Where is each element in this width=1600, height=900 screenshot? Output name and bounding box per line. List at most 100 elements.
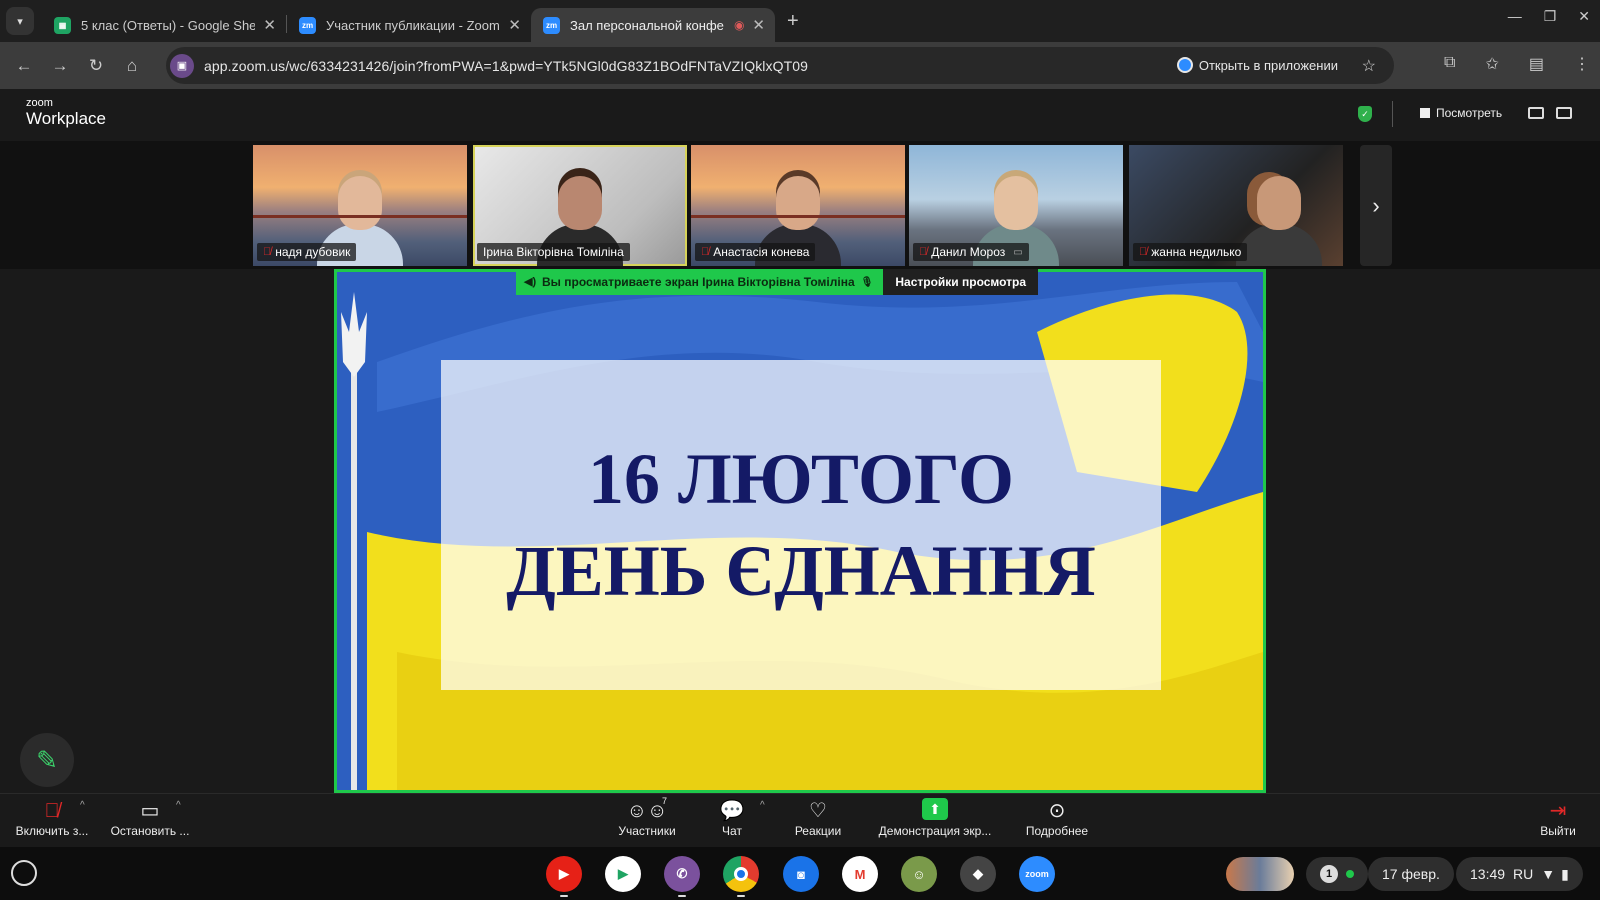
- participant-name: жанна недилько: [1151, 245, 1242, 259]
- speaker-icon: ◀): [524, 276, 537, 288]
- participant-tile[interactable]: 🎙̸ надя дубовик: [253, 145, 467, 266]
- share-screen-icon: ⬆: [922, 798, 948, 820]
- picture-in-picture-icon[interactable]: [1528, 107, 1544, 119]
- minimize-icon[interactable]: —: [1508, 8, 1522, 25]
- address-bar[interactable]: ▣ app.zoom.us/wc/6334231426/join?fromPWA…: [166, 47, 1394, 84]
- os-shelf: ▶ ▶ ✆ ◙ M ☺ ◆ zoom 1 17 февр. 13:49 RU ▼…: [0, 847, 1600, 900]
- restore-icon[interactable]: ❐: [1544, 8, 1557, 25]
- new-tab-button[interactable]: +: [787, 10, 799, 33]
- bookmarks-icon[interactable]: ✩: [1485, 54, 1498, 74]
- participant-name: Анастасія конева: [713, 245, 810, 259]
- browser-tab-strip: ▾ ▦ 5 клас (Ответы) - Google Sheet ✕ zm …: [0, 0, 1600, 42]
- viber-icon[interactable]: ✆: [664, 856, 700, 892]
- mic-muted-icon: 🎙̸: [701, 246, 710, 258]
- close-icon[interactable]: ✕: [508, 16, 521, 34]
- game-icon[interactable]: ☺: [901, 856, 937, 892]
- forward-icon[interactable]: →: [42, 56, 78, 76]
- participant-name-tag: Ірина Вікторівна Томіліна: [477, 243, 630, 261]
- youtube-icon[interactable]: ▶: [546, 856, 582, 892]
- participant-tile[interactable]: 🎙̸ жанна недилько: [1129, 145, 1343, 266]
- header-divider: [1392, 101, 1393, 127]
- system-tray[interactable]: 13:49 RU ▼ ▮: [1456, 857, 1583, 891]
- site-info-icon[interactable]: ▣: [170, 53, 194, 78]
- notification-tray[interactable]: 1: [1306, 857, 1368, 891]
- play-store-icon[interactable]: ▶: [605, 856, 641, 892]
- view-button[interactable]: Посмотреть: [1420, 106, 1502, 120]
- encryption-shield-icon[interactable]: ✓: [1358, 106, 1372, 122]
- tab-search-button[interactable]: ▾: [6, 7, 34, 35]
- zoom-icon: zm: [543, 16, 560, 34]
- participant-tile[interactable]: 🎙̸ Данил Мороз ▭: [909, 145, 1123, 266]
- home-icon[interactable]: ⌂: [114, 56, 150, 76]
- participant-name: надя дубовик: [275, 245, 351, 259]
- toolbar-actions: ⧉ ✩ ▤ ⋮: [1444, 54, 1590, 74]
- side-panel-icon[interactable]: ▤: [1529, 54, 1544, 74]
- zoom-app-badge-icon: [1176, 57, 1193, 73]
- reactions-button[interactable]: ♡ Реакции: [788, 798, 848, 838]
- tab-title: 5 клас (Ответы) - Google Sheet: [81, 17, 256, 33]
- tab-zoom-meeting[interactable]: zm Зал персональной конфе ◉ ✕: [531, 8, 775, 42]
- tab-sheets[interactable]: ▦ 5 клас (Ответы) - Google Sheet ✕: [42, 8, 286, 42]
- bookmark-star-icon[interactable]: ☆: [1362, 56, 1376, 76]
- url-text[interactable]: app.zoom.us/wc/6334231426/join?fromPWA=1…: [204, 58, 808, 74]
- participant-name-tag: 🎙̸ надя дубовик: [257, 243, 357, 261]
- next-participants-button[interactable]: ›: [1360, 145, 1392, 266]
- close-icon[interactable]: ✕: [752, 16, 765, 34]
- camera-icon[interactable]: ◙: [783, 856, 819, 892]
- slide-line-2: ДЕНЬ ЄДНАННЯ: [506, 531, 1096, 611]
- wifi-icon: ▼: [1541, 866, 1556, 882]
- tab-title: Зал персональной конфе: [570, 17, 724, 33]
- heart-icon: ♡: [809, 800, 827, 822]
- running-indicator: [737, 895, 745, 897]
- browser-toolbar: ← → ↻ ⌂ ▣ app.zoom.us/wc/6334231426/join…: [0, 42, 1600, 89]
- menu-icon[interactable]: ⋮: [1574, 54, 1590, 74]
- reload-icon[interactable]: ↻: [78, 56, 114, 76]
- participants-label: Участники: [618, 824, 676, 838]
- close-window-icon[interactable]: ✕: [1578, 8, 1590, 25]
- running-indicator: [560, 895, 568, 897]
- mic-muted-icon: 🎙̸: [919, 246, 928, 258]
- battery-icon: ▮: [1561, 865, 1569, 882]
- viewing-screen-label: ◀) Вы просматриваете экран Ірина Вікторі…: [516, 269, 884, 295]
- input-language: RU: [1513, 866, 1534, 882]
- participant-tile-active-speaker[interactable]: Ірина Вікторівна Томіліна: [473, 145, 687, 266]
- zoom-app-icon[interactable]: zoom: [1019, 856, 1055, 892]
- video-options-caret[interactable]: ^: [176, 800, 181, 811]
- chrome-icon[interactable]: [723, 856, 759, 892]
- time-label: 13:49: [1470, 866, 1506, 882]
- view-button-label: Посмотреть: [1436, 106, 1503, 120]
- leave-button[interactable]: ⇥ Выйти: [1536, 798, 1580, 838]
- participant-tile[interactable]: 🎙̸ Анастасія конева: [691, 145, 905, 266]
- participants-button[interactable]: ☺☺ Участники 7: [614, 796, 680, 838]
- chat-options-caret[interactable]: ^: [760, 800, 765, 811]
- close-icon[interactable]: ✕: [263, 16, 276, 34]
- participants-count-badge: 7: [662, 796, 668, 806]
- sheets-icon: ▦: [54, 16, 71, 34]
- annotate-button[interactable]: ✎: [20, 733, 74, 787]
- video-off-icon: ▭: [1013, 246, 1023, 258]
- roblox-icon[interactable]: ◆: [960, 856, 996, 892]
- holding-space-thumbnail[interactable]: [1226, 857, 1294, 891]
- stop-video-label: Остановить ...: [110, 824, 190, 838]
- date-label: 17 февр.: [1382, 866, 1440, 882]
- more-button[interactable]: ⊙ Подробнее: [1022, 798, 1092, 838]
- audio-options-caret[interactable]: ^: [80, 800, 85, 811]
- participant-name-tag: 🎙̸ Анастасія конева: [695, 243, 816, 261]
- fullscreen-icon[interactable]: [1556, 107, 1572, 119]
- notification-count: 1: [1320, 865, 1338, 883]
- zoom-logo: zoom Workplace: [26, 98, 106, 129]
- tab-zoom-participant[interactable]: zm Участник публикации - Zoom ✕: [287, 8, 531, 42]
- window-controls: — ❐ ✕: [1508, 8, 1590, 25]
- video-camera-icon: ▭: [140, 800, 160, 822]
- extensions-icon[interactable]: ⧉: [1444, 54, 1455, 74]
- share-screen-button[interactable]: ⬆ Демонстрация экр...: [870, 798, 1000, 838]
- view-settings-button[interactable]: Настройки просмотра: [883, 269, 1039, 295]
- chat-button[interactable]: 💬 Чат: [712, 798, 752, 838]
- date-tray[interactable]: 17 февр.: [1368, 857, 1454, 891]
- back-icon[interactable]: ←: [6, 56, 42, 76]
- slide-title-box: 16 ЛЮТОГО ДЕНЬ ЄДНАННЯ: [441, 360, 1161, 690]
- gmail-icon[interactable]: M: [842, 856, 878, 892]
- more-icon: ⊙: [1048, 800, 1066, 822]
- launcher-button[interactable]: [11, 860, 37, 886]
- open-in-app-button[interactable]: Открыть в приложении: [1176, 57, 1338, 73]
